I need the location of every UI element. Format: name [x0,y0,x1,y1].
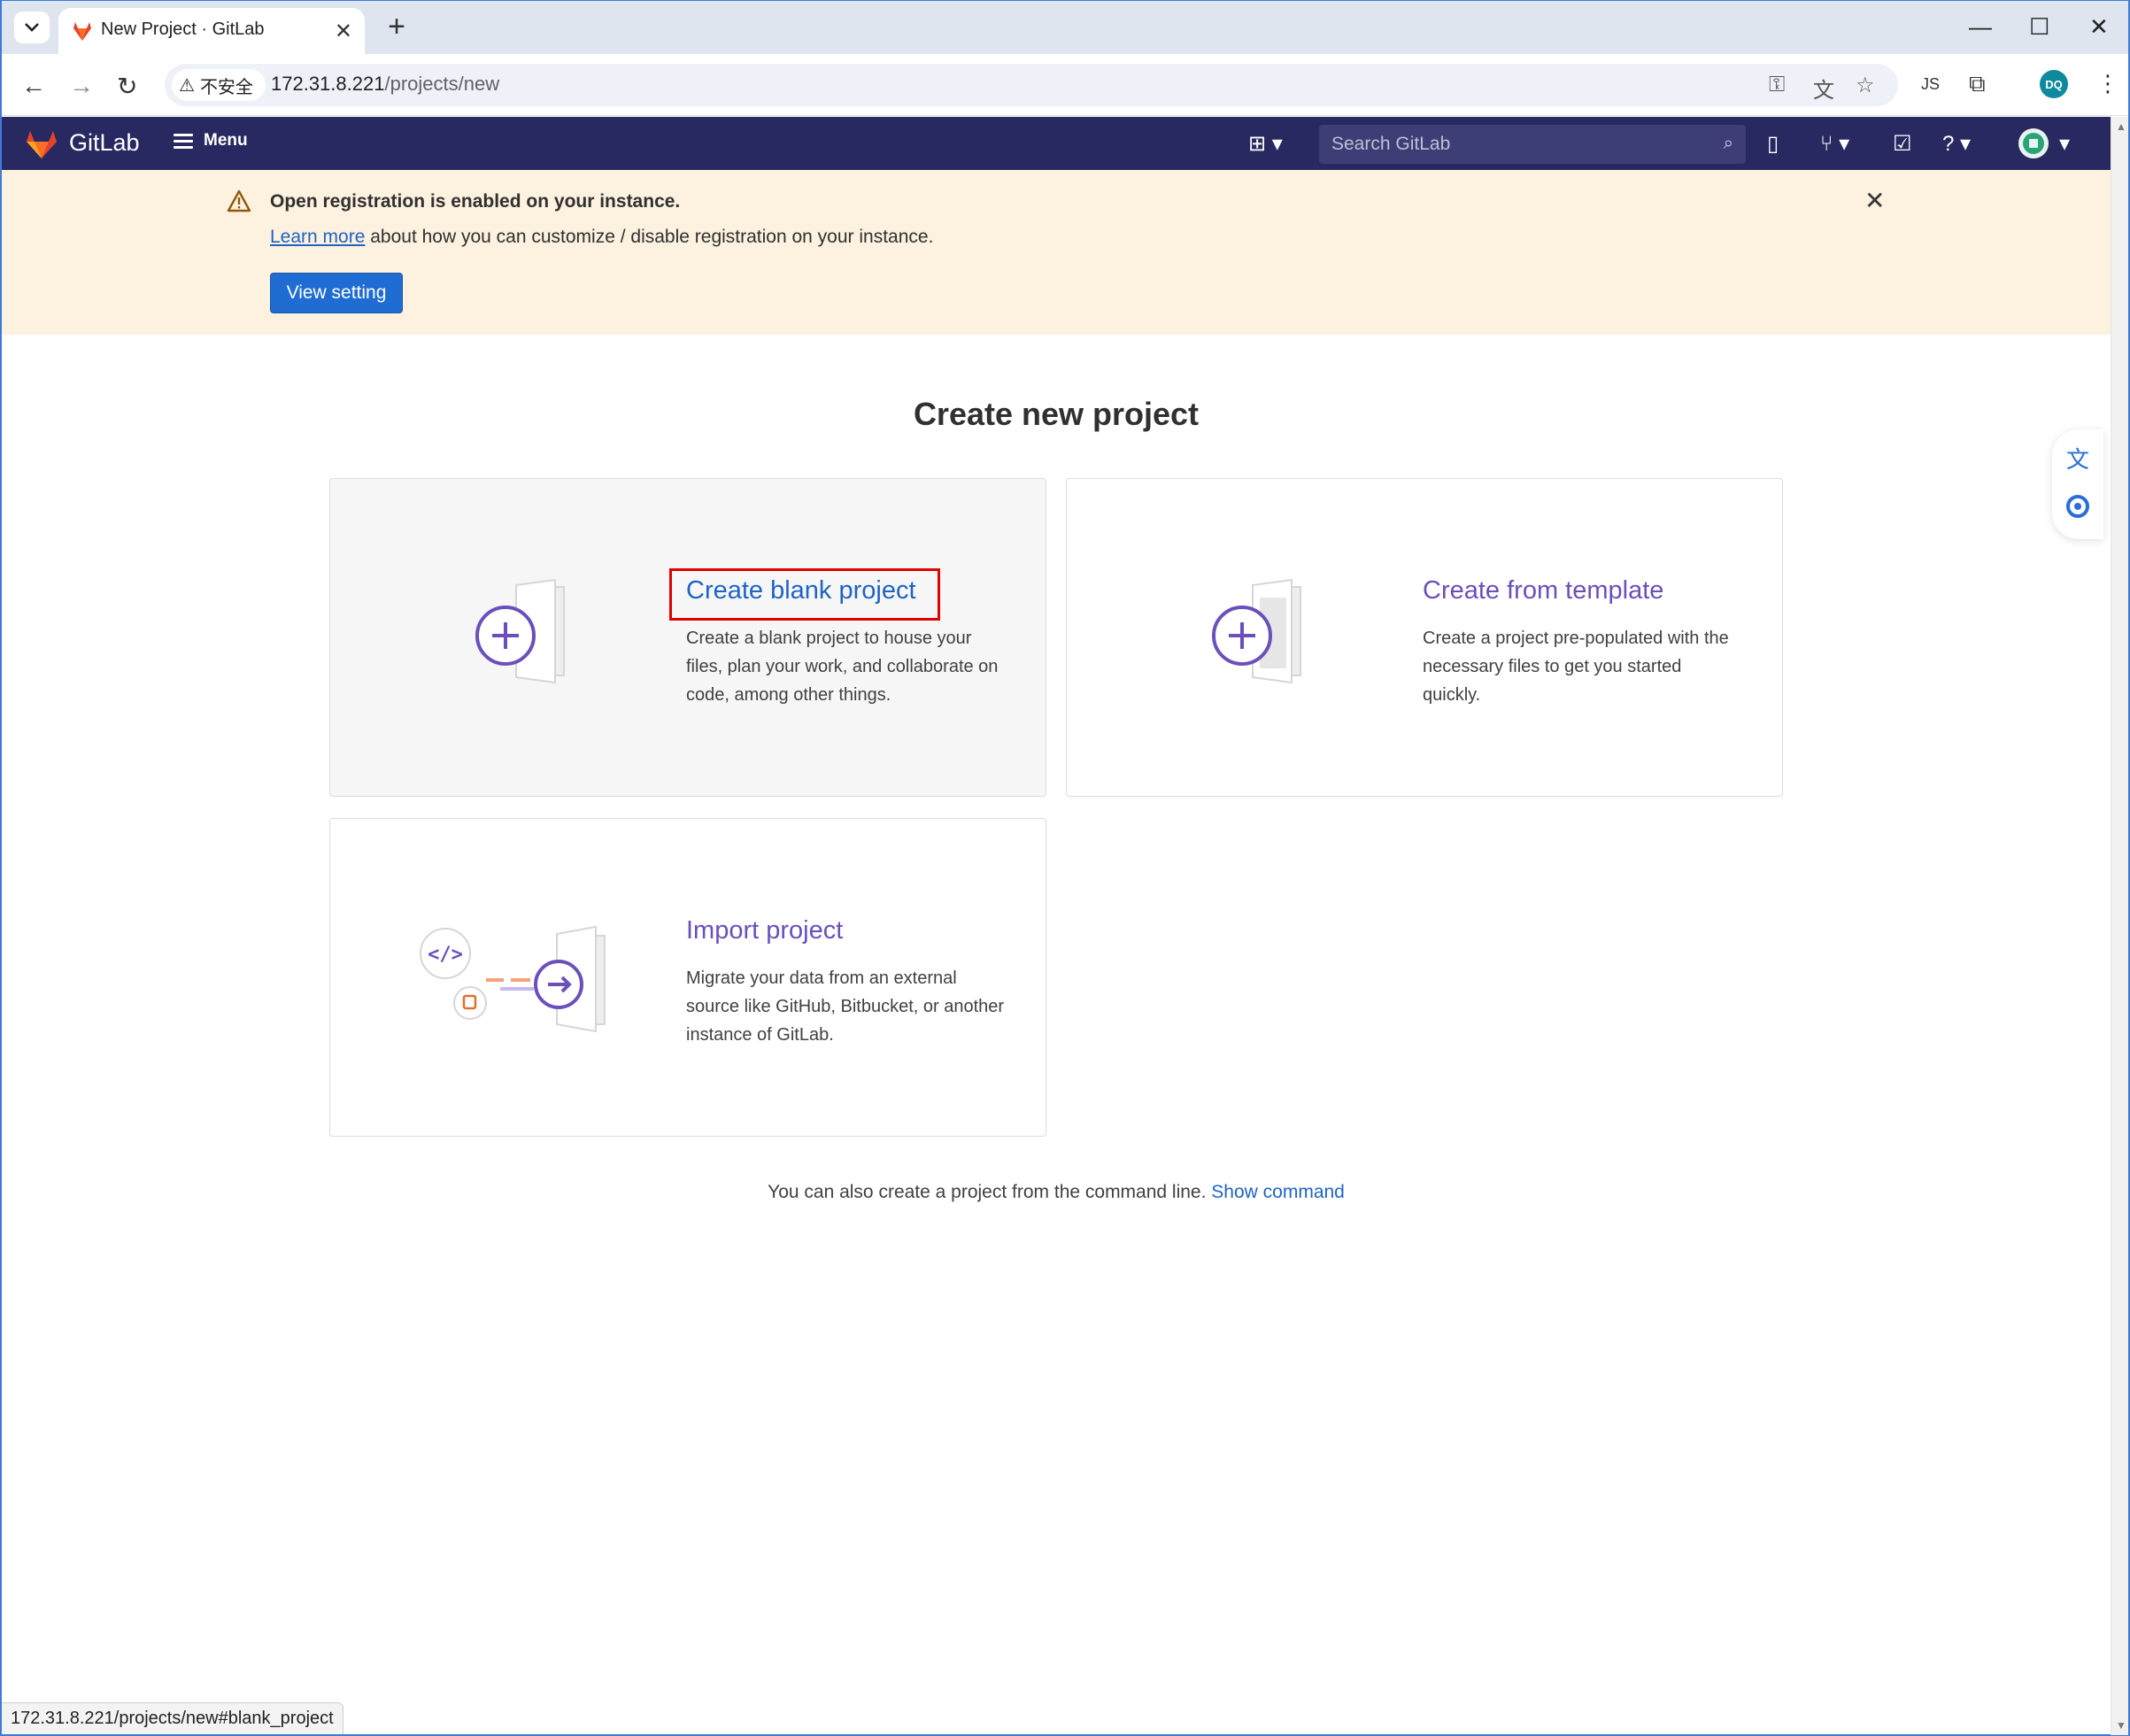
url-text: 172.31.8.221/projects/new [271,73,499,96]
url-path: /projects/new [384,73,500,95]
help-icon[interactable]: ? ▾ [1942,131,1971,157]
alert-body-text: about how you can customize / disable re… [365,227,934,247]
view-setting-button[interactable]: View setting [270,273,403,313]
maximize-icon[interactable]: ☐ [2029,13,2049,41]
card-description: Create a blank project to house your fil… [686,629,999,705]
tab-strip: New Project · GitLab ✕ + — ☐ ✕ [2,1,2128,54]
user-avatar-icon [2023,133,2044,154]
browser-tab[interactable]: New Project · GitLab ✕ [58,8,365,54]
show-command-link[interactable]: Show command [1211,1182,1345,1202]
minimize-icon[interactable]: — [1969,13,1992,41]
translate-icon[interactable]: 文 [1813,73,1834,104]
template-illustration-icon [1212,578,1301,684]
tab-search-button[interactable] [14,12,50,43]
bookmark-star-icon[interactable]: ☆ [1856,73,1875,98]
cmdline-text: You can also create a project from the c… [768,1182,1212,1202]
close-window-icon[interactable]: ✕ [2089,13,2109,41]
registration-alert: Open registration is enabled on your ins… [2,170,2111,335]
security-chip[interactable]: ⚠ 不安全 [172,69,266,101]
card-description: Migrate your data from an external sourc… [686,968,1005,1045]
card-title[interactable]: Create from template [1423,576,1663,606]
merge-requests-icon[interactable]: ⑂ ▾ [1820,131,1849,157]
create-new-icon[interactable]: ⊞ ▾ [1248,131,1283,157]
extensions-icon[interactable]: ⧉ [1969,70,1986,98]
svg-text:</>: </> [428,944,463,966]
gitlab-brand[interactable]: GitLab [69,129,140,157]
profile-avatar[interactable]: DQ [2040,70,2068,98]
back-icon[interactable]: ← [21,72,46,100]
hamburger-icon [174,133,193,149]
scroll-up-icon[interactable]: ▲ [2116,120,2126,133]
floating-side-widget: 文 [2052,429,2103,539]
gitlab-header: GitLab Menu ⊞ ▾ ⌕ ▯ ⑂ ▾ ☑ ? ▾ ▾ [2,117,2111,170]
status-bar-url: 172.31.8.221/projects/new#blank_project [2,1702,343,1734]
url-host: 172.31.8.221 [271,73,385,95]
forward-icon[interactable]: → [69,72,94,100]
gitlab-favicon-icon [73,22,91,41]
user-menu-chevron-icon[interactable]: ▾ [2059,131,2070,157]
reload-icon[interactable]: ↻ [117,72,137,101]
menu-button[interactable]: Menu [174,131,248,150]
browser-menu-icon[interactable]: ⋮ [2096,70,2119,97]
create-from-template-card[interactable]: Create from template Create a project pr… [1066,478,1783,797]
tab-title: New Project · GitLab [101,19,265,39]
gitlab-logo-icon[interactable] [25,129,58,159]
todos-icon[interactable]: ☑ [1893,131,1912,157]
learn-more-link[interactable]: Learn more [270,227,365,247]
command-line-hint: You can also create a project from the c… [2,1182,2111,1203]
translate-widget-icon[interactable]: 文 [2066,442,2089,475]
search-box[interactable]: ⌕ [1319,125,1746,164]
new-tab-button[interactable]: + [381,12,413,43]
alert-title: Open registration is enabled on your ins… [270,191,681,212]
vertical-scrollbar[interactable]: ▲ ▼ [2111,117,2128,1735]
alert-body: Learn more about how you can customize /… [270,227,933,248]
card-description: Create a project pre-populated with the … [1423,629,1729,705]
warning-triangle-icon [227,189,251,212]
dismiss-alert-icon[interactable]: ✕ [1864,186,1885,215]
page-title: Create new project [913,396,1200,432]
import-illustration-icon: </> [420,925,606,1033]
search-icon: ⌕ [1723,134,1733,153]
search-input[interactable] [1319,125,1709,164]
password-key-icon[interactable]: ⚿ [1769,73,1785,97]
blank-project-illustration-icon [475,578,565,684]
js-extension-icon[interactable]: JS [1921,75,1940,94]
import-project-card[interactable]: </> Import project Migrate your data fro… [329,818,1046,1137]
warning-icon: ⚠ [179,75,195,96]
close-tab-icon[interactable]: ✕ [335,19,352,44]
browser-toolbar: ← → ↻ ⚠ 不安全 172.31.8.221/projects/new ⚿ … [2,54,2128,116]
chevron-down-icon [25,23,39,32]
highlight-box [669,568,940,621]
security-label: 不安全 [199,77,253,97]
card-title[interactable]: Import project [686,916,843,945]
browser-window: New Project · GitLab ✕ + — ☐ ✕ ← → ↻ ⚠ 不… [0,0,2130,1736]
create-blank-project-card[interactable]: Create blank project Create a blank proj… [329,478,1046,797]
issues-icon[interactable]: ▯ [1767,131,1779,157]
address-bar[interactable]: ⚠ 不安全 172.31.8.221/projects/new ⚿ 文 ☆ [165,64,1898,106]
scroll-down-icon[interactable]: ▼ [2116,1719,2126,1732]
menu-label: Menu [204,131,248,150]
user-avatar[interactable] [2018,128,2049,158]
assistant-widget-icon[interactable] [2064,493,2091,520]
